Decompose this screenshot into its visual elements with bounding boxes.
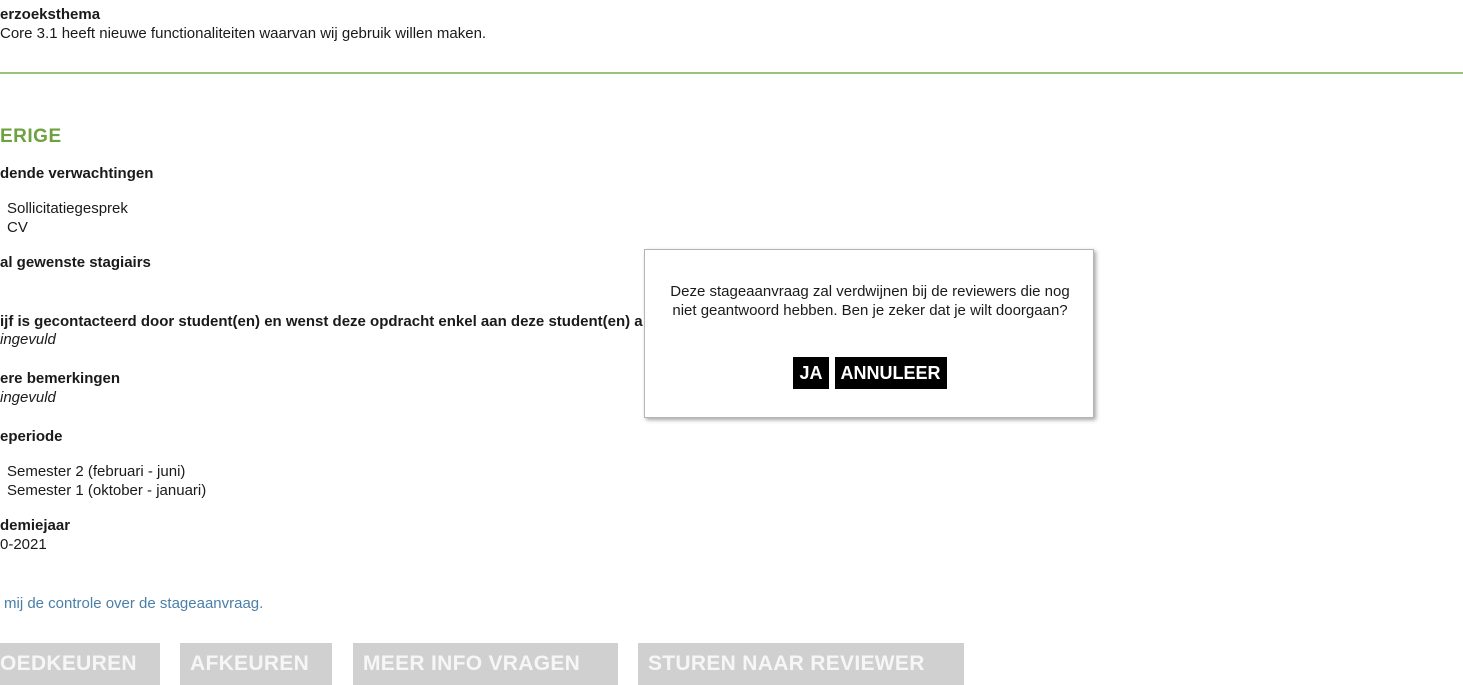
dialog-button-group: JA ANNULEER <box>645 357 1095 389</box>
research-theme-value: Core 3.1 heeft nieuwe functionaliteiten … <box>0 25 487 42</box>
period-label: eperiode <box>0 428 63 445</box>
remarks-value: ingevuld <box>0 389 56 406</box>
page: erzoeksthema Core 3.1 heeft nieuwe funct… <box>0 0 1463 685</box>
confirm-yes-button[interactable]: JA <box>793 357 829 389</box>
academic-year-value: 0-2021 <box>0 536 47 553</box>
take-control-link[interactable]: mij de controle over de stageaanvraag. <box>4 595 263 612</box>
reject-button[interactable]: AFKEUREN <box>180 643 332 685</box>
expectation-item: Sollicitatiegesprek <box>7 200 128 217</box>
period-item: Semester 2 (februari - juni) <box>7 463 186 480</box>
dialog-message: Deze stageaanvraag zal verdwijnen bij de… <box>670 283 1070 319</box>
period-item: Semester 1 (oktober - januari) <box>7 482 207 499</box>
remarks-label: ere bemerkingen <box>0 370 121 387</box>
section-divider <box>0 72 1463 74</box>
research-theme-label: erzoeksthema <box>0 6 101 23</box>
contacted-value: ingevuld <box>0 331 56 348</box>
expectations-label: dende verwachtingen <box>0 165 154 182</box>
academic-year-label: demiejaar <box>0 517 71 534</box>
section-title-other: ERIGE <box>0 126 62 147</box>
contacted-label: ijf is gecontacteerd door student(en) en… <box>0 313 643 330</box>
approve-button[interactable]: OEDKEUREN <box>0 643 160 685</box>
more-info-button[interactable]: MEER INFO VRAGEN <box>353 643 618 685</box>
cancel-button[interactable]: ANNULEER <box>834 357 947 389</box>
confirm-dialog: Deze stageaanvraag zal verdwijnen bij de… <box>644 249 1094 418</box>
desired-interns-label: al gewenste stagiairs <box>0 254 151 271</box>
send-to-reviewer-button[interactable]: STUREN NAAR REVIEWER <box>638 643 964 685</box>
expectation-item: CV <box>7 219 28 236</box>
